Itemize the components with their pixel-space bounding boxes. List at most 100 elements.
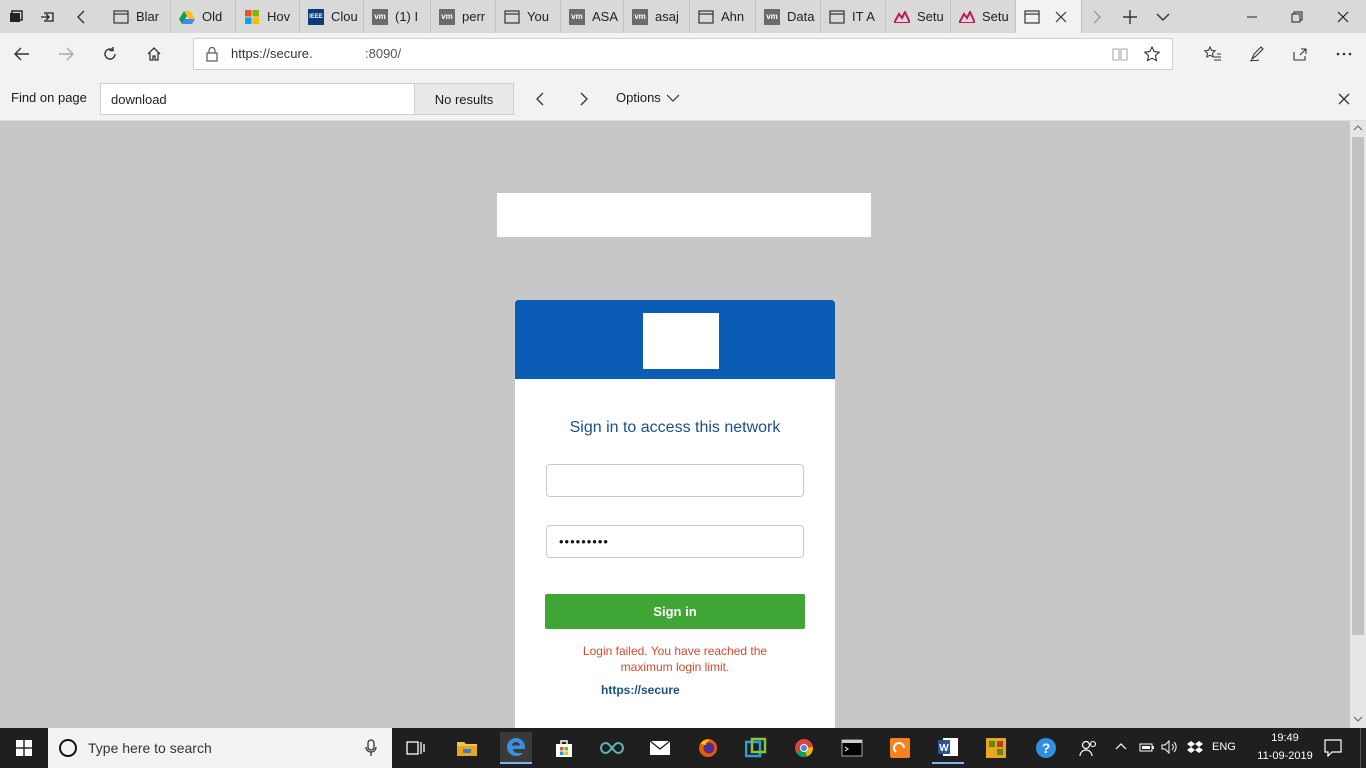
restore-button[interactable] — [1275, 0, 1319, 33]
find-options-button[interactable]: Options — [616, 90, 680, 105]
browser-tab[interactable]: vm (1) I — [364, 0, 431, 33]
browser-tab[interactable]: vm perr — [431, 0, 496, 33]
more-button[interactable] — [1329, 38, 1359, 70]
tab-label: Clou — [331, 9, 358, 24]
minimize-button[interactable] — [1230, 0, 1274, 33]
tab-scroll-left-button[interactable] — [64, 0, 98, 33]
find-input[interactable] — [100, 83, 415, 115]
page-icon — [829, 9, 845, 25]
find-options-label: Options — [616, 90, 661, 105]
windows-icon — [16, 740, 32, 756]
browser-tab[interactable]: Hov — [236, 0, 300, 33]
share-button[interactable] — [1285, 38, 1315, 70]
find-previous-button[interactable] — [526, 83, 554, 115]
start-button[interactable] — [8, 732, 40, 764]
action-center-icon[interactable] — [1324, 739, 1342, 757]
edge-taskbar-button[interactable] — [500, 732, 532, 764]
tab-label: Hov — [267, 9, 291, 24]
home-button[interactable] — [138, 38, 170, 70]
restore-tabs-button[interactable] — [32, 0, 64, 33]
signin-button[interactable]: Sign in — [545, 594, 805, 629]
close-tab-icon[interactable] — [1055, 11, 1067, 23]
volume-icon[interactable] — [1161, 740, 1179, 754]
pdf-app-button[interactable] — [884, 732, 916, 764]
pen-icon — [1249, 46, 1264, 62]
forward-button[interactable] — [50, 38, 82, 70]
grid-app-icon — [986, 738, 1006, 758]
error-message: Login failed. You have reached the maxim… — [582, 644, 768, 674]
tab-label: Old — [202, 9, 223, 24]
browser-tab[interactable]: Blar — [105, 0, 171, 33]
terminal-button[interactable] — [836, 732, 868, 764]
tab-label: Blar — [136, 9, 160, 24]
microphone-icon[interactable] — [364, 739, 378, 757]
url-host: https://secure. — [231, 46, 313, 61]
infinity-icon — [600, 741, 624, 755]
chrome-icon — [795, 739, 813, 758]
svg-text:?: ? — [1042, 740, 1051, 756]
tab-preview-button[interactable] — [1148, 0, 1178, 33]
browser-tab[interactable] — [1016, 0, 1082, 33]
battery-icon[interactable] — [1139, 741, 1155, 753]
scroll-up-icon[interactable] — [1352, 124, 1364, 132]
scroll-down-icon[interactable] — [1352, 715, 1364, 723]
arduino-button[interactable] — [596, 732, 628, 764]
browser-tab[interactable]: vm asaj — [624, 0, 690, 33]
browser-tab[interactable]: You — [496, 0, 561, 33]
browser-tab[interactable]: IT A — [821, 0, 886, 33]
browser-tab[interactable]: vm Data — [756, 0, 821, 33]
chrome-button[interactable] — [788, 732, 820, 764]
vm-icon: vm — [439, 8, 455, 25]
scrollbar-thumb[interactable] — [1352, 137, 1364, 635]
word-button[interactable]: W — [932, 732, 964, 764]
firefox-button[interactable] — [692, 732, 724, 764]
ieee-icon: IEEE — [308, 8, 324, 25]
store-button[interactable] — [548, 732, 580, 764]
browser-tab[interactable]: Setu — [886, 0, 951, 33]
back-button[interactable] — [6, 38, 38, 70]
browser-tab[interactable]: IEEE Clou — [300, 0, 364, 33]
browser-tab[interactable]: Ahn — [690, 0, 756, 33]
browser-tab[interactable]: Setu — [951, 0, 1016, 33]
address-bar[interactable] — [193, 38, 1173, 70]
page-icon — [1024, 9, 1040, 25]
browser-tab[interactable]: vm ASA — [561, 0, 624, 33]
portal-link[interactable]: https://secure — [601, 683, 680, 697]
favorites-list-icon — [1204, 46, 1221, 61]
clock-date[interactable]: 11-09-2019 — [1250, 750, 1320, 762]
reading-view-button[interactable] — [1107, 38, 1133, 70]
clock-time[interactable]: 19:49 — [1263, 732, 1307, 744]
chevron-right-icon — [1093, 10, 1101, 23]
close-window-button[interactable] — [1320, 0, 1366, 33]
minimize-icon — [1247, 16, 1257, 17]
browser-tab[interactable]: Old — [171, 0, 236, 33]
favorite-button[interactable] — [1139, 38, 1165, 70]
people-button[interactable] — [1072, 732, 1104, 764]
tab-label: You — [527, 9, 549, 24]
svg-text:W: W — [939, 743, 949, 754]
vmware-button[interactable] — [740, 732, 772, 764]
help-button[interactable]: ? — [1030, 732, 1062, 764]
tab-scroll-right-button[interactable] — [1082, 0, 1112, 33]
password-field[interactable]: ••••••••• — [546, 525, 804, 558]
add-notes-button[interactable] — [1242, 38, 1272, 70]
refresh-button[interactable] — [94, 38, 126, 70]
chevron-left-icon — [536, 92, 544, 106]
mail-button[interactable] — [644, 732, 676, 764]
task-view-button[interactable] — [400, 732, 432, 764]
username-field[interactable] — [546, 464, 804, 497]
tab-manager-button[interactable] — [0, 0, 32, 33]
language-indicator[interactable]: ENG — [1212, 741, 1236, 753]
close-find-button[interactable] — [1330, 83, 1358, 115]
dropbox-icon[interactable] — [1186, 740, 1204, 756]
file-explorer-button[interactable] — [451, 732, 483, 764]
show-desktop-button[interactable] — [1360, 728, 1366, 768]
edge-icon — [507, 738, 525, 756]
show-hidden-icons-icon[interactable] — [1115, 741, 1127, 751]
plus-icon — [1123, 9, 1137, 24]
tab-label: ASA — [592, 9, 619, 24]
gadget-app-button[interactable] — [980, 732, 1012, 764]
find-next-button[interactable] — [570, 83, 598, 115]
favorites-hub-button[interactable] — [1198, 38, 1228, 70]
new-tab-button[interactable] — [1115, 0, 1145, 33]
